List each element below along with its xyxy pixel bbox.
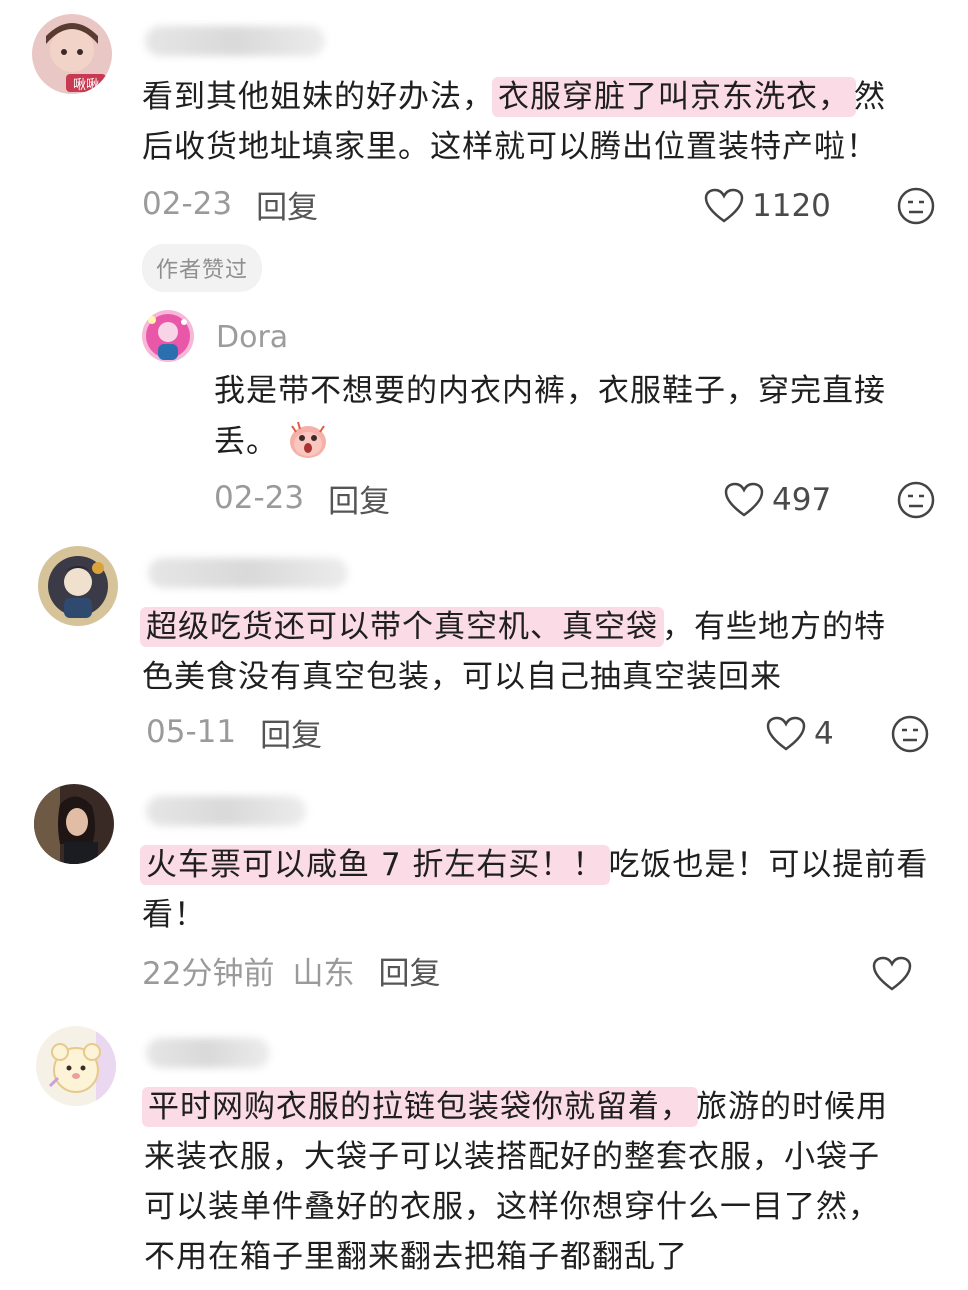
comment-date: 02-23 [214,480,305,516]
user-avatar[interactable]: 啾啾 [32,14,112,94]
heart-icon [704,188,744,223]
comment-meta: 22分钟前 山东 回复 [142,948,440,992]
comment-date: 05-11 [146,714,237,750]
dislike-button[interactable] [896,480,936,520]
highlighted-text: 衣服穿脏了叫京东洗衣， [492,77,856,117]
highlighted-text: 超级吃货还可以带个真空机、真空袋 [140,607,664,647]
dislike-button[interactable] [890,714,930,754]
neutral-face-icon [897,481,935,519]
like-button[interactable]: 497 [724,478,831,522]
comment-location: 山东 [292,955,355,992]
username-blurred[interactable] [148,558,348,588]
neutral-face-icon [891,715,929,753]
reply-button[interactable]: 回复 [256,182,318,227]
reply-button[interactable]: 回复 [378,948,440,993]
heart-icon [766,716,806,751]
heart-icon [724,482,764,517]
comment: 火车票可以咸鱼 7 折左右买！！ 吃饭也是！可以提前看 看！ 22分钟前 山东 回… [0,780,968,1010]
comment: 超级吃货还可以带个真空机、真空袋 ，有些地方的特 色美食没有真空包装，可以自己抽真… [0,540,968,770]
comment-text: 超级吃货还可以带个真空机、真空袋 ，有些地方的特 色美食没有真空包装，可以自己抽真… [140,607,886,695]
highlighted-text: 平时网购衣服的拉链包装袋你就留着， [142,1087,698,1127]
username-blurred[interactable] [146,1038,270,1068]
shocked-emoji-icon [286,416,330,460]
username-blurred[interactable] [146,796,306,826]
comment-meta: 02-23 回复 [142,182,318,226]
like-button[interactable]: 1120 [704,184,831,228]
comment: 平时网购衣服的拉链包装袋你就留着， 旅游的时候用 来装衣服，大袋子可以装搭配好的整… [0,1020,968,1290]
like-count: 1120 [752,188,831,224]
like-count: 497 [772,482,832,518]
username[interactable]: Dora [216,320,288,356]
user-avatar[interactable] [142,310,194,362]
like-button[interactable]: 4 [766,712,834,756]
author-liked-badge: 作者赞过 [142,244,263,292]
comment-date: 22分钟前 [142,955,275,992]
user-avatar[interactable] [38,546,118,626]
username-blurred[interactable] [145,26,325,56]
heart-icon [872,956,912,991]
user-avatar[interactable] [36,1026,116,1106]
like-button[interactable] [872,952,912,996]
comment-text: 看到其他姐妹的好办法， 衣服穿脏了叫京东洗衣，然 后收货地址填家里。这样就可以腾出… [142,77,886,165]
comment-text: 我是带不想要的内衣内裤，衣服鞋子，穿完直接 丢。 [214,373,886,460]
comment-date: 02-23 [142,186,233,222]
comment-text: 平时网购衣服的拉链包装袋你就留着， 旅游的时候用 来装衣服，大袋子可以装搭配好的整… [142,1087,888,1275]
highlighted-text: 火车票可以咸鱼 7 折左右买！！ [140,845,611,885]
reply-button[interactable]: 回复 [328,476,390,521]
reply-button[interactable]: 回复 [260,710,322,755]
comment-text: 火车票可以咸鱼 7 折左右买！！ 吃饭也是！可以提前看 看！ [140,845,929,933]
user-avatar[interactable] [34,784,114,864]
svg-text:啾啾: 啾啾 [73,78,99,93]
neutral-face-icon [897,187,935,225]
dislike-button[interactable] [896,186,936,226]
comment-meta: 05-11 回复 [146,710,322,754]
like-count: 4 [814,716,834,752]
comment: 啾啾 看到其他姐妹的好办法， 衣服穿脏了叫京东洗衣，然 后收货地址填家里。这样就可… [0,0,968,300]
reply-comment: Dora 我是带不想要的内衣内裤，衣服鞋子，穿完直接 丢。 02-23 回复 4… [0,300,968,530]
comment-meta: 02-23 回复 [214,476,390,520]
